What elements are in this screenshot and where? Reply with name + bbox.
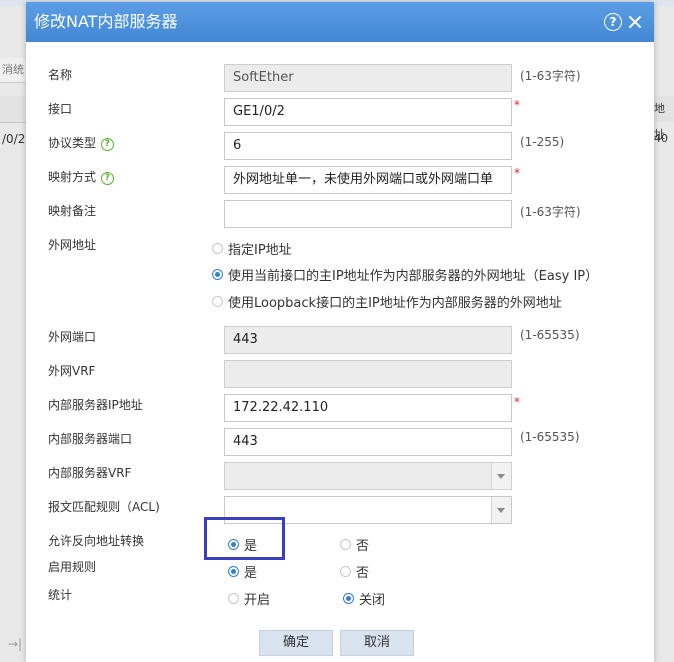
option-label: 是 bbox=[244, 566, 258, 581]
radio-icon bbox=[340, 566, 351, 577]
edit-nat-server-dialog: 修改NAT内部服务器 ? 名称 SoftEther (1-63字符) 接口 GE… bbox=[26, 2, 654, 662]
inside-port-hint: (1-65535) bbox=[520, 430, 580, 444]
cancel-button[interactable]: 取消 bbox=[340, 630, 414, 656]
mapping-label-text: 映射方式 bbox=[48, 170, 97, 184]
protocol-field[interactable]: 6 bbox=[224, 132, 512, 160]
interface-field[interactable]: GE1/0/2 bbox=[224, 98, 512, 126]
mapping-required-mark: * bbox=[514, 166, 520, 180]
ok-button[interactable]: 确定 bbox=[259, 630, 333, 656]
help-icon[interactable]: ? bbox=[604, 13, 622, 31]
radio-icon bbox=[212, 243, 223, 254]
mapping-label: 映射方式 ? bbox=[48, 168, 114, 185]
inside-ip-field[interactable]: 172.22.42.110 bbox=[224, 394, 512, 422]
highlight-annotation-box bbox=[204, 517, 285, 560]
radio-icon bbox=[212, 296, 223, 307]
stats-label: 统计 bbox=[48, 588, 73, 602]
name-field[interactable]: SoftEther bbox=[224, 64, 512, 92]
public-port-hint: (1-65535) bbox=[520, 328, 580, 342]
protocol-label: 协议类型 ? bbox=[48, 134, 114, 151]
protocol-help-icon[interactable]: ? bbox=[100, 138, 114, 151]
option-label: 使用Loopback接口的主IP地址作为内部服务器的外网地址 bbox=[228, 296, 562, 311]
mapping-note-field[interactable] bbox=[224, 200, 512, 228]
acl-label: 报文匹配规则（ACL) bbox=[48, 500, 160, 514]
radio-icon bbox=[340, 539, 351, 550]
inside-port-field[interactable]: 443 bbox=[224, 428, 512, 456]
reverse-nat-label: 允许反向地址转换 bbox=[48, 534, 145, 548]
mapping-help-icon[interactable]: ? bbox=[100, 172, 114, 185]
mapping-field[interactable]: 外网地址单一，未使用外网端口或外网端口单 bbox=[224, 166, 512, 194]
dialog-title: 修改NAT内部服务器 bbox=[34, 12, 178, 31]
enable-rule-label: 启用规则 bbox=[48, 560, 97, 574]
background-table-header-right: 地址 bbox=[654, 96, 674, 141]
radio-icon bbox=[228, 566, 239, 577]
enable-rule-yes-radio[interactable]: 是 bbox=[228, 562, 257, 581]
background-table-cell-right: 40 bbox=[654, 132, 668, 145]
enable-rule-no-radio[interactable]: 否 bbox=[340, 562, 369, 581]
name-hint: (1-63字符) bbox=[520, 69, 581, 83]
mapping-note-label: 映射备注 bbox=[48, 204, 97, 218]
reverse-nat-no-radio[interactable]: 否 bbox=[340, 535, 369, 554]
interface-label: 接口 bbox=[48, 102, 73, 116]
stats-on-radio[interactable]: 开启 bbox=[228, 589, 270, 608]
stats-off-radio[interactable]: 关闭 bbox=[343, 589, 385, 608]
close-icon[interactable] bbox=[626, 13, 644, 31]
public-address-option-easy-ip[interactable]: 使用当前接口的主IP地址作为内部服务器的外网地址（Easy IP） bbox=[212, 265, 598, 284]
option-label: 指定IP地址 bbox=[228, 243, 292, 258]
protocol-label-text: 协议类型 bbox=[48, 136, 97, 150]
public-port-label: 外网端口 bbox=[48, 330, 97, 344]
inside-ip-required-mark: * bbox=[514, 395, 520, 409]
public-address-label: 外网地址 bbox=[48, 238, 97, 252]
mapping-note-hint: (1-63字符) bbox=[520, 205, 581, 219]
background-toolbar-fragment: 消统 bbox=[0, 58, 28, 83]
chevron-down-icon[interactable] bbox=[491, 463, 511, 489]
public-address-option-specify-ip[interactable]: 指定IP地址 bbox=[212, 239, 292, 258]
public-vrf-field[interactable] bbox=[224, 360, 512, 388]
dialog-titlebar: 修改NAT内部服务器 ? bbox=[26, 2, 654, 42]
radio-icon bbox=[343, 593, 354, 604]
option-label: 否 bbox=[356, 539, 370, 554]
name-label: 名称 bbox=[48, 68, 73, 82]
background-table-cell: /0/2 bbox=[2, 132, 26, 146]
inside-ip-label: 内部服务器IP地址 bbox=[48, 398, 143, 412]
inside-port-label: 内部服务器端口 bbox=[48, 432, 133, 446]
public-address-option-loopback[interactable]: 使用Loopback接口的主IP地址作为内部服务器的外网地址 bbox=[212, 292, 562, 311]
public-port-field[interactable]: 443 bbox=[224, 326, 512, 354]
radio-icon bbox=[228, 593, 239, 604]
chevron-down-icon[interactable] bbox=[491, 497, 511, 523]
radio-icon bbox=[212, 269, 223, 280]
option-label: 关闭 bbox=[359, 593, 386, 608]
public-vrf-label: 外网VRF bbox=[48, 364, 96, 378]
protocol-hint: (1-255) bbox=[520, 135, 565, 149]
interface-required-mark: * bbox=[514, 98, 520, 112]
background-table-header bbox=[0, 96, 26, 123]
option-label: 否 bbox=[356, 566, 370, 581]
inside-vrf-label: 内部服务器VRF bbox=[48, 466, 132, 480]
inside-vrf-select[interactable] bbox=[224, 462, 512, 490]
option-label: 使用当前接口的主IP地址作为内部服务器的外网地址（Easy IP） bbox=[228, 269, 599, 284]
option-label: 开启 bbox=[244, 593, 271, 608]
